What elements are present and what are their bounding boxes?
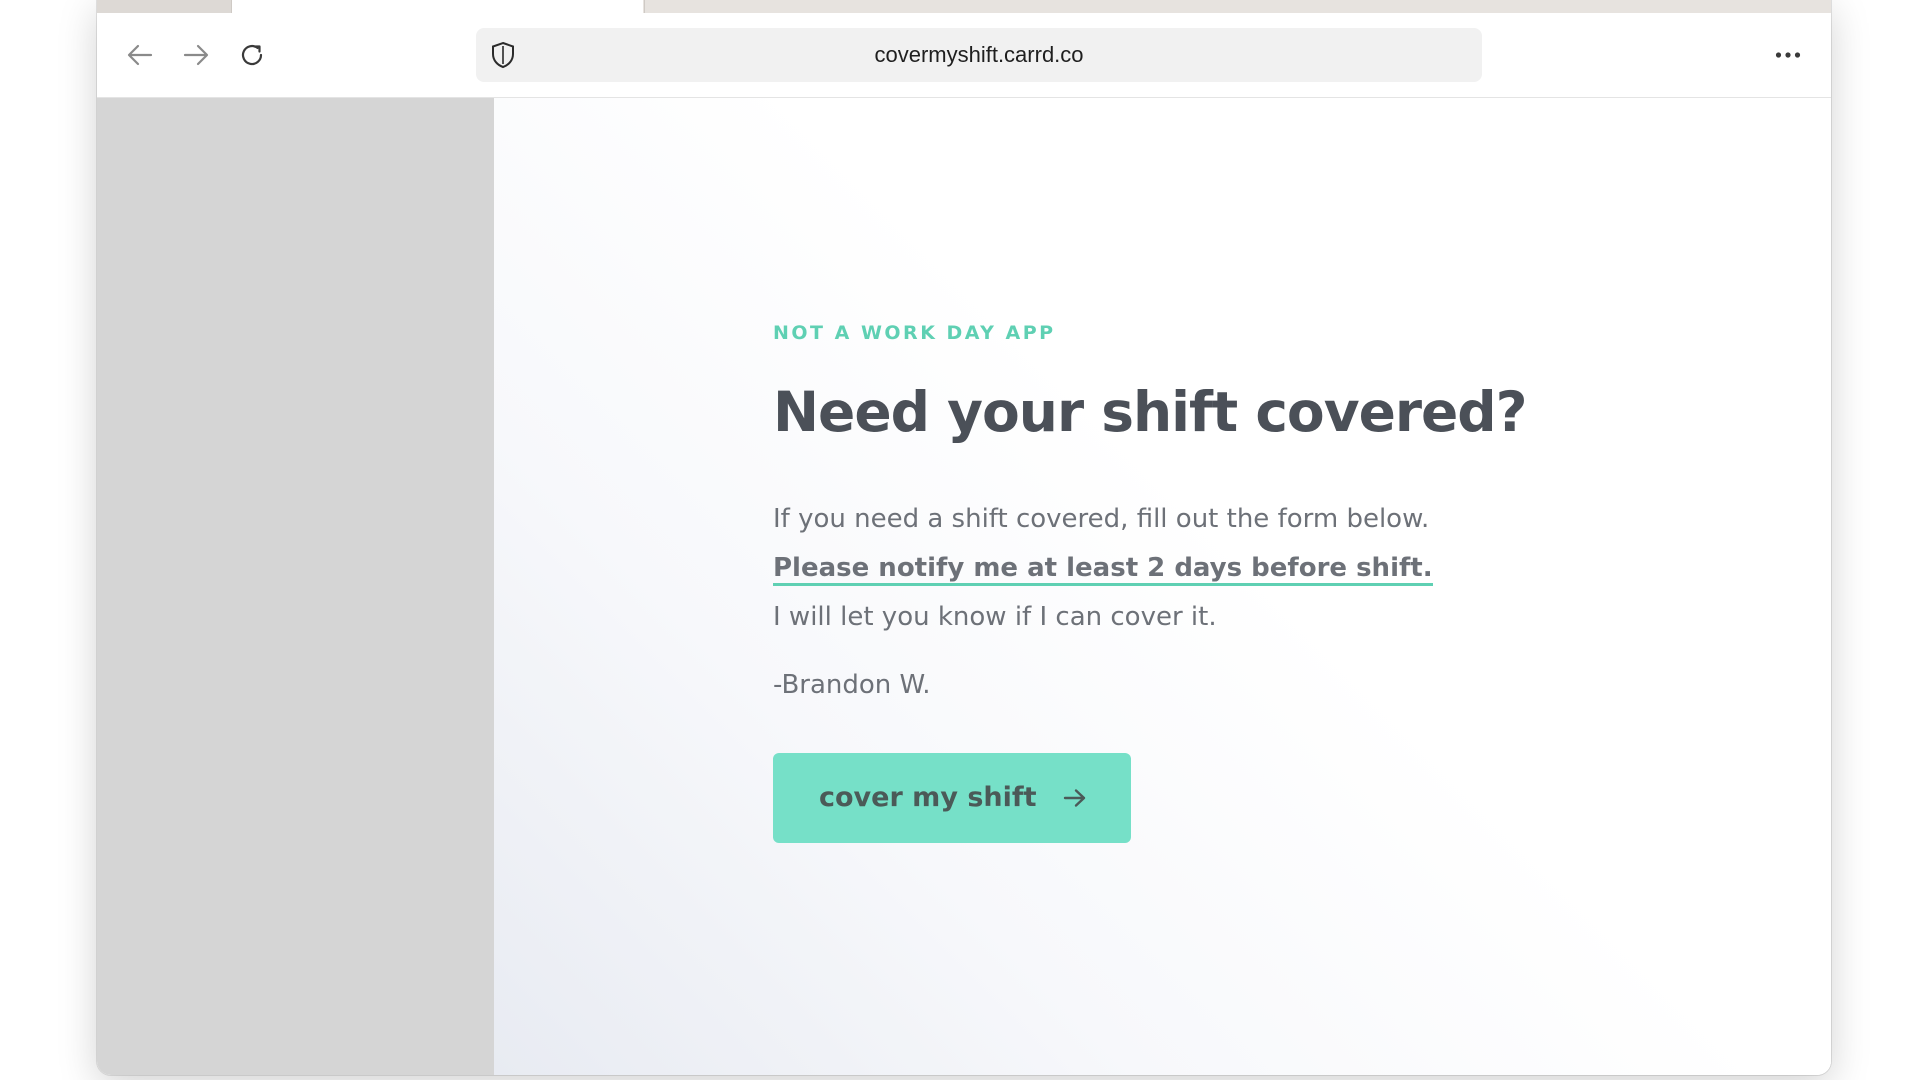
landing-page: NOT A WORK DAY APP Need your shift cover… (494, 98, 1831, 1075)
page-viewport: NOT A WORK DAY APP Need your shift cover… (97, 98, 1831, 1075)
browser-window: covermyshift.carrd.co NOT A WORK DAY APP… (97, 0, 1831, 1075)
forward-button[interactable] (180, 39, 212, 71)
tab-active[interactable] (232, 0, 643, 13)
signature: -Brandon W. (773, 669, 931, 700)
intro-text: If you need a shift covered, fill out th… (773, 495, 1553, 642)
reload-button[interactable] (236, 39, 268, 71)
notice-link[interactable]: Please notify me at least 2 days before … (773, 552, 1433, 586)
tab-strip (97, 0, 1831, 13)
address-bar[interactable]: covermyshift.carrd.co (476, 28, 1482, 82)
more-horizontal-icon (1775, 52, 1801, 58)
more-menu-button[interactable] (1773, 41, 1803, 69)
cta-label: cover my shift (819, 782, 1037, 813)
cover-my-shift-button[interactable]: cover my shift (773, 752, 1131, 843)
tab-next[interactable] (644, 0, 1831, 13)
intro-line-3: I will let you know if I can cover it. (773, 601, 1217, 632)
screen: covermyshift.carrd.co NOT A WORK DAY APP… (0, 0, 1920, 1080)
eyebrow-label: NOT A WORK DAY APP (773, 322, 1056, 344)
reload-icon (241, 44, 263, 66)
back-button[interactable] (124, 39, 156, 71)
intro-line-2: Please notify me at least 2 days before … (773, 544, 1553, 593)
arrow-right-icon (183, 44, 209, 66)
arrow-right-icon (1063, 788, 1087, 808)
page-title: Need your shift covered? (773, 380, 1528, 444)
url-text[interactable]: covermyshift.carrd.co (476, 28, 1482, 82)
intro-line-1: If you need a shift covered, fill out th… (773, 503, 1430, 534)
browser-toolbar: covermyshift.carrd.co (97, 13, 1831, 98)
hero-content: NOT A WORK DAY APP Need your shift cover… (773, 322, 1553, 843)
side-panel (97, 98, 494, 1075)
tab-previous[interactable] (97, 0, 232, 13)
arrow-left-icon (127, 44, 153, 66)
